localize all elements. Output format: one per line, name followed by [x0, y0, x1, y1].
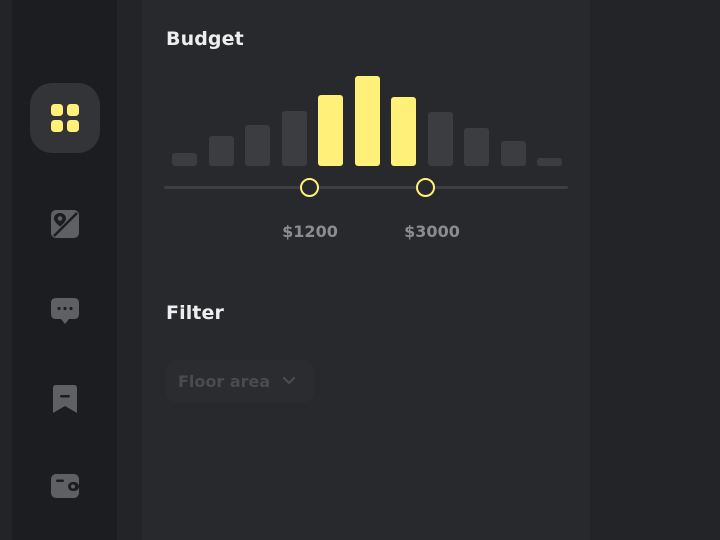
histogram-bar: [354, 76, 380, 166]
floor-area-dropdown[interactable]: Floor area: [166, 360, 314, 402]
nav-item-messages[interactable]: [30, 276, 100, 346]
histogram-bar: [245, 125, 270, 166]
histogram-bar: [500, 141, 526, 166]
nav-item-dashboard[interactable]: [30, 83, 100, 153]
budget-title: Budget: [166, 28, 244, 50]
histogram-bar: [391, 97, 416, 166]
histogram-bar: [172, 153, 197, 166]
chevron-down-icon: [282, 376, 296, 386]
budget-max-label: $3000: [404, 222, 460, 241]
histogram-bar: [464, 128, 489, 166]
nav-item-wallet[interactable]: [30, 451, 100, 521]
histogram-bar: [281, 111, 307, 166]
filter-title: Filter: [166, 302, 224, 324]
histogram-bar: [537, 158, 562, 166]
histogram-bar: [318, 95, 343, 166]
histogram-bar: [427, 112, 453, 166]
nav-item-saved[interactable]: [30, 364, 100, 434]
bookmark-icon: [50, 384, 80, 414]
budget-min-handle[interactable]: [300, 178, 319, 197]
dashboard-grid-icon: [50, 103, 80, 133]
gutter: [117, 0, 142, 540]
left-edge: [0, 0, 12, 540]
budget-max-handle[interactable]: [416, 178, 435, 197]
wallet-icon: [50, 471, 80, 501]
chat-bubble-icon: [50, 296, 80, 326]
map-pin-icon: [50, 209, 80, 239]
histogram-bar: [208, 136, 234, 166]
budget-min-label: $1200: [282, 222, 338, 241]
budget-range-track[interactable]: [164, 186, 568, 189]
right-area: [590, 0, 720, 540]
dropdown-value: Floor area: [178, 371, 271, 391]
price-histogram: [164, 70, 570, 170]
nav-item-map[interactable]: [30, 189, 100, 259]
